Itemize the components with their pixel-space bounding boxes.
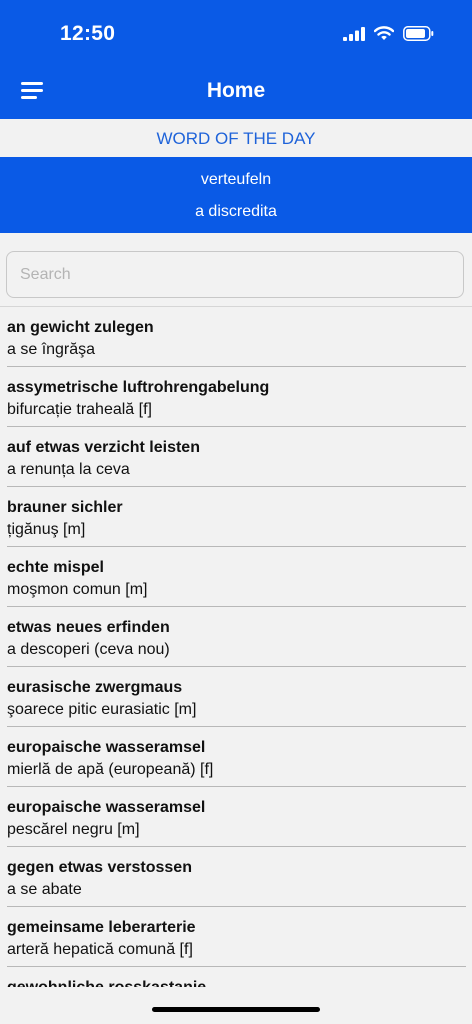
search-field[interactable] <box>6 251 464 298</box>
entry-term: etwas neues erfinden <box>7 619 170 636</box>
home-indicator[interactable] <box>152 1007 320 1012</box>
entry-translation: a renunța la ceva <box>7 461 130 478</box>
entry-translation: bifurcație traheală [f] <box>7 401 152 418</box>
entry-translation: şoarece pitic eurasiatic [m] <box>7 701 197 718</box>
list-item[interactable]: europaische wasseramsel pescărel negru [m… <box>0 787 472 847</box>
list-item[interactable]: an gewicht zulegen a se îngrăşa <box>0 307 472 367</box>
entry-translation: moşmon comun [m] <box>7 581 148 598</box>
entry-term: gemeinsame leberarterie <box>7 919 196 936</box>
list-item[interactable]: etwas neues erfinden a descoperi (ceva no… <box>0 607 472 667</box>
list-item[interactable]: gegen etwas verstossen a se abate <box>0 847 472 907</box>
entry-translation: mierlă de apă (europeană) [f] <box>7 761 214 778</box>
list-item[interactable]: echte mispel moşmon comun [m] <box>0 547 472 607</box>
entry-term: auf etwas verzicht leisten <box>7 439 200 456</box>
status-icons <box>343 26 434 41</box>
word-of-day-word: verteufeln <box>200 171 272 188</box>
wifi-icon <box>374 26 394 40</box>
list-item[interactable]: auf etwas verzicht leisten a renunța la c… <box>0 427 472 487</box>
entry-term: eurasische zwergmaus <box>7 679 183 696</box>
page-title: Home <box>206 79 266 102</box>
search-input[interactable] <box>7 252 463 297</box>
entry-term: an gewicht zulegen <box>7 319 154 336</box>
entry-translation: pescărel negru [m] <box>7 821 140 838</box>
cellular-signal-icon <box>343 26 365 41</box>
entry-term: gegen etwas verstossen <box>7 859 192 876</box>
entry-term: echte mispel <box>7 559 104 576</box>
list-item[interactable]: gewohnliche rosskastanie <box>0 967 472 987</box>
entry-term: europaische wasseramsel <box>7 739 206 756</box>
status-time: 12:50 <box>60 22 116 45</box>
list-item[interactable]: eurasische zwergmaus şoarece pitic eurasi… <box>0 667 472 727</box>
list-item[interactable]: gemeinsame leberarterie arteră hepatică c… <box>0 907 472 967</box>
entry-term: brauner sichler <box>7 499 123 516</box>
entry-translation: țigănuş [m] <box>7 521 86 538</box>
battery-icon <box>403 26 434 41</box>
entry-term: europaische wasseramsel <box>7 799 206 816</box>
list-item[interactable]: brauner sichler țigănuş [m] <box>0 487 472 547</box>
list-item[interactable]: europaische wasseramsel mierlă de apă (eu… <box>0 727 472 787</box>
entry-term: gewohnliche rosskastanie <box>7 979 206 987</box>
app-header: 12:50 Home <box>0 0 472 119</box>
entry-translation: a descoperi (ceva nou) <box>7 641 170 658</box>
entry-translation: arteră hepatică comună [f] <box>7 941 193 958</box>
word-of-day-card[interactable]: verteufeln a discredita <box>0 157 472 233</box>
entry-list[interactable]: an gewicht zulegen a se îngrăşa assymetris… <box>0 307 472 987</box>
list-item[interactable]: assymetrische luftrohrengabelung bifurcaț… <box>0 367 472 427</box>
word-of-day-label: WORD OF THE DAY <box>0 119 472 157</box>
entry-term: assymetrische luftrohrengabelung <box>7 379 270 396</box>
entry-translation: a se abate <box>7 881 82 898</box>
word-of-day-translation: a discredita <box>195 203 277 220</box>
entry-translation: a se îngrăşa <box>7 341 96 358</box>
